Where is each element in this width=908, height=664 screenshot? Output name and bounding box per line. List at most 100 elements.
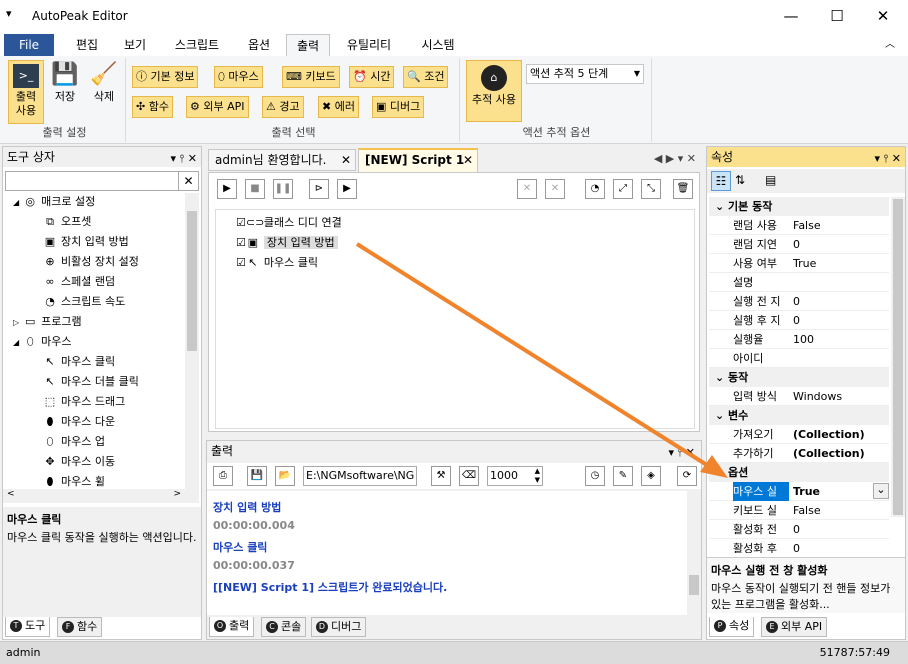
panel-controls-icon[interactable]: ▾ ⫯ ✕ — [170, 149, 197, 169]
property-row[interactable]: 활성화 후 0 — [709, 539, 889, 553]
property-value[interactable]: 0 — [793, 539, 800, 553]
stepper-icon[interactable]: ▲ ▼ — [535, 467, 540, 485]
close-button[interactable]: ✕ — [860, 4, 906, 28]
condition-button[interactable]: 🔍 조건 — [403, 66, 449, 88]
play-icon[interactable]: ▶ — [217, 179, 237, 199]
tab-options[interactable]: 옵션 — [236, 34, 282, 56]
tree-item[interactable]: ⬮ 마우스 다운 — [43, 413, 116, 431]
save-icon[interactable]: 💾 — [247, 466, 267, 486]
tab-properties[interactable]: P 속성 — [709, 617, 755, 637]
minimize-button[interactable]: — — [768, 4, 814, 28]
error-button[interactable]: ✖ 에러 — [318, 96, 359, 118]
property-row[interactable]: 랜덤 사용 False — [709, 216, 889, 235]
collapse-category-icon[interactable]: ⌄ — [715, 409, 728, 422]
tab-system[interactable]: 시스템 — [410, 34, 466, 56]
pause-icon[interactable]: ❚❚ — [273, 179, 293, 199]
checkbox[interactable]: ☑ — [236, 236, 246, 249]
eraser-icon[interactable]: ⌫ — [459, 466, 479, 486]
tab-output-log[interactable]: O 출력 — [209, 617, 255, 637]
property-row[interactable]: 추가하기 (Collection) — [709, 444, 889, 463]
tab-nav-icons[interactable]: ◀ ▶ ▾ ✕ — [654, 152, 696, 165]
checkbox[interactable]: ☑ — [236, 216, 246, 229]
timer-icon[interactable]: ◔ — [585, 179, 605, 199]
collapse-category-icon[interactable]: ⌄ — [715, 466, 728, 479]
dropdown-icon[interactable]: ⌄ — [873, 483, 889, 499]
collapse-icon[interactable]: ⤡ — [641, 179, 661, 199]
tab-edit[interactable]: 편집 — [62, 34, 112, 56]
stop-icon[interactable]: ■ — [245, 179, 265, 199]
checkbox[interactable]: ☑ — [236, 256, 246, 269]
tree-item[interactable]: ⬚ 마우스 드래그 — [43, 393, 125, 411]
function-button[interactable]: ✣ 함수 — [132, 96, 173, 118]
clear-search-icon[interactable]: ✕ — [178, 172, 198, 190]
tree-item[interactable]: ⬮ 마우스 휠 — [43, 473, 105, 489]
tab-external-api[interactable]: E 외부 API — [761, 617, 828, 637]
property-value[interactable]: (Collection) — [793, 425, 865, 444]
property-value[interactable]: False — [793, 501, 821, 520]
property-value[interactable]: False — [793, 216, 821, 235]
tree-item[interactable]: ▷ ▭ 프로그램 — [13, 313, 82, 331]
clock-icon[interactable]: ◷ — [585, 466, 605, 486]
keyboard-button[interactable]: ⌨ 키보드 — [282, 66, 340, 88]
external-api-button[interactable]: ⚙ 외부 API — [186, 96, 249, 118]
tab-tools[interactable]: T 도구 — [5, 617, 51, 637]
property-value[interactable]: (Collection) — [793, 444, 865, 463]
expand-icon[interactable]: ⤢ — [613, 179, 633, 199]
property-value[interactable]: 0 — [793, 292, 800, 311]
property-scrollbar[interactable] — [891, 197, 905, 517]
panel-controls-icon[interactable]: ▾ ⫯ ✕ — [668, 443, 695, 463]
tab-output[interactable]: 출력 — [286, 34, 330, 56]
tree-item[interactable]: ⧉ 오프셋 — [43, 213, 91, 231]
tree-item[interactable]: ⊕ 비활성 장치 설정 — [43, 253, 138, 271]
property-value[interactable]: 0 — [793, 235, 800, 254]
tree-vscrollbar[interactable] — [185, 193, 199, 489]
property-row[interactable]: 실행 후 지 0 — [709, 311, 889, 330]
property-value[interactable]: True — [793, 254, 816, 273]
tab-console[interactable]: C 콘솔 — [261, 617, 307, 637]
remove-icon[interactable]: ✕ — [545, 179, 565, 199]
folder-icon[interactable]: 📂 — [275, 466, 295, 486]
property-value[interactable]: 0 — [793, 311, 800, 330]
property-row[interactable]: 실행 전 지 0 — [709, 292, 889, 311]
expander-icon[interactable]: ◢ — [13, 198, 19, 207]
output-use-button[interactable]: >_ 출력 사용 — [8, 60, 44, 124]
tree-item[interactable]: ◢ ◎ 매크로 설정 — [13, 193, 95, 211]
property-row[interactable]: 설명 — [709, 273, 889, 292]
app-menu-icon[interactable]: ▾ — [6, 7, 12, 20]
close-tab-icon[interactable]: ✕ — [463, 150, 473, 170]
time-button[interactable]: ⏰ 시간 — [349, 66, 395, 88]
save-button[interactable]: 💾 저장 — [48, 60, 82, 110]
brush-icon[interactable]: ✎ — [613, 466, 633, 486]
property-row[interactable]: 사용 여부 True — [709, 254, 889, 273]
tree-hscrollbar[interactable]: < > — [3, 489, 199, 503]
script-line[interactable]: ☑ ▣ 장치 입력 방법 — [236, 234, 338, 252]
panel-controls-icon[interactable]: ▾ ⫯ ✕ — [874, 149, 901, 169]
property-category[interactable]: ⌄ 변수 — [709, 406, 889, 425]
tree-item[interactable]: ∞ 스페셜 랜덤 — [43, 273, 115, 291]
property-row[interactable]: 가져오기 (Collection) — [709, 425, 889, 444]
warning-button[interactable]: ⚠ 경고 — [262, 96, 304, 118]
collapse-category-icon[interactable]: ⌄ — [715, 371, 728, 384]
sort-alpha-icon[interactable]: ⇅ — [735, 173, 745, 187]
basic-info-button[interactable]: ⓘ 기본 정보 — [132, 66, 199, 88]
property-value[interactable]: True — [793, 482, 820, 501]
run-selected-icon[interactable]: ▶ — [337, 179, 357, 199]
trash-icon[interactable]: 🗑 — [673, 179, 693, 199]
script-line[interactable]: ☑⊂⊃클래스 디디 연결 — [236, 214, 342, 232]
log-scrollbar[interactable] — [687, 491, 701, 615]
property-row[interactable]: 아이디 — [709, 349, 889, 368]
property-value[interactable]: 100 — [793, 330, 814, 349]
tab-new-script[interactable]: [NEW] Script 1 ✕ — [358, 148, 478, 172]
tab-welcome[interactable]: admin님 환영합니다. ✕ — [208, 149, 356, 171]
property-row[interactable]: 마우스 실 True ⌄ — [709, 482, 889, 501]
tree-item[interactable]: ↖ 마우스 클릭 — [43, 353, 115, 371]
expander-icon[interactable]: ▷ — [13, 318, 19, 327]
disable-icon[interactable]: ✕ — [517, 179, 537, 199]
tab-debug[interactable]: D 디버그 — [311, 617, 367, 637]
tab-utility[interactable]: 유틸리티 — [336, 34, 402, 56]
property-row[interactable]: 랜덤 지연 0 — [709, 235, 889, 254]
categorized-icon[interactable]: ☷ — [711, 171, 731, 191]
property-pages-icon[interactable]: ▤ — [765, 173, 776, 187]
property-row[interactable]: 입력 방식 Windows — [709, 387, 889, 406]
property-category[interactable]: ⌄ 기본 동작 — [709, 197, 889, 216]
